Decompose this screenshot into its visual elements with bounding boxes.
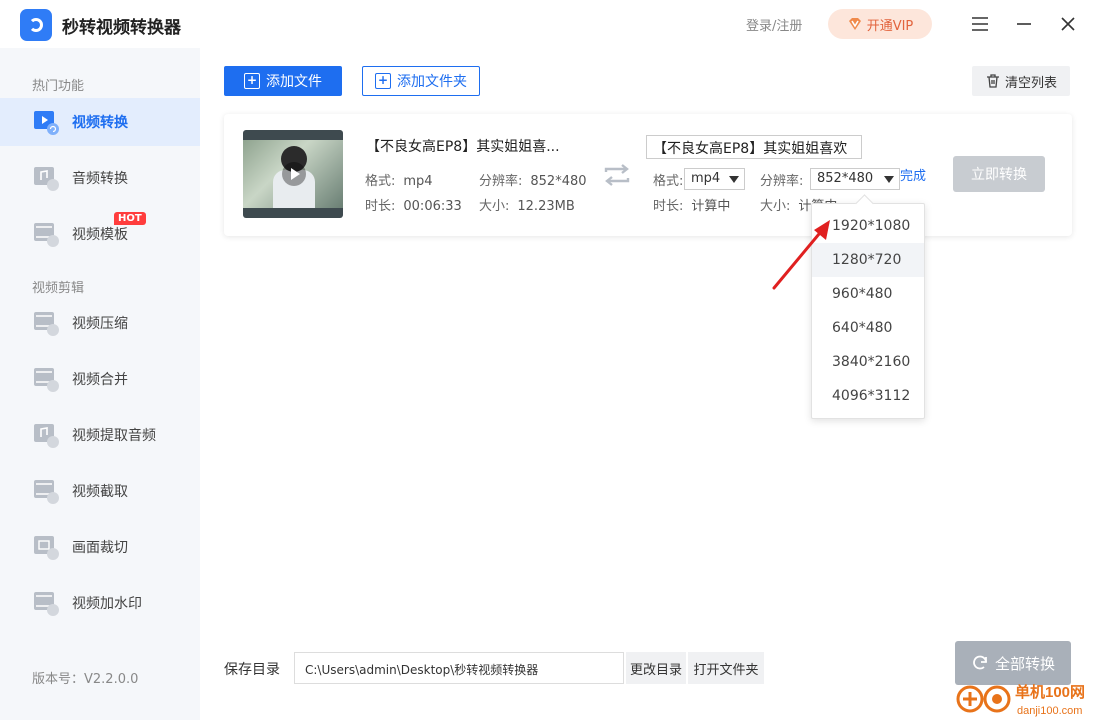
output-duration: 时长: 计算中 bbox=[653, 199, 731, 214]
resolution-option[interactable]: 3840*2160 bbox=[812, 345, 924, 379]
save-dir-label: 保存目录 bbox=[224, 662, 280, 678]
save-path-input[interactable]: C:\Users\admin\Desktop\秒转视频转换器 bbox=[294, 652, 624, 684]
play-icon[interactable] bbox=[281, 161, 307, 187]
watermark-site-url: danji100.com bbox=[1017, 705, 1082, 717]
sidebar-item-label: 视频合并 bbox=[72, 372, 128, 388]
source-duration: 时长: 00:06:33 bbox=[365, 199, 462, 214]
chevron-down-icon bbox=[729, 176, 739, 183]
plus-icon: + bbox=[375, 73, 391, 89]
sidebar-item-label: 画面裁切 bbox=[72, 540, 128, 556]
chevron-down-icon bbox=[884, 176, 894, 183]
sidebar-item-label: 视频模板 bbox=[72, 227, 128, 243]
watermark-site-name: 单机100网 bbox=[1015, 683, 1085, 701]
clear-list-button[interactable]: 清空列表 bbox=[972, 66, 1070, 96]
sidebar-item-crop[interactable]: 画面裁切 bbox=[0, 523, 200, 571]
add-file-label: 添加文件 bbox=[266, 74, 322, 90]
output-format-select[interactable]: mp4 bbox=[684, 168, 745, 190]
open-vip-button[interactable]: 开通VIP bbox=[828, 9, 932, 39]
sidebar-item-label: 视频压缩 bbox=[72, 316, 128, 332]
video-template-icon bbox=[34, 223, 59, 247]
sidebar-item-video-convert[interactable]: 视频转换 bbox=[0, 98, 200, 146]
source-file-name: 【不良女高EP8】其实姐姐喜... bbox=[366, 139, 560, 155]
menu-icon[interactable] bbox=[968, 12, 992, 36]
clear-list-label: 清空列表 bbox=[1004, 75, 1057, 91]
trash-icon bbox=[986, 74, 999, 88]
sidebar-item-label: 视频提取音频 bbox=[72, 428, 156, 444]
sidebar-item-label: 音频转换 bbox=[72, 171, 128, 187]
video-merge-icon bbox=[34, 368, 59, 392]
annotation-arrow bbox=[772, 220, 830, 290]
add-file-button[interactable]: + 添加文件 bbox=[224, 66, 342, 96]
change-dir-button[interactable]: 更改目录 bbox=[626, 652, 686, 684]
done-link[interactable]: 完成 bbox=[900, 165, 926, 184]
convert-all-label: 全部转换 bbox=[994, 654, 1055, 673]
sidebar-item-label: 视频截取 bbox=[72, 484, 128, 500]
source-size: 大小: 12.23MB bbox=[479, 199, 575, 214]
section-label-hot: 热门功能 bbox=[32, 79, 85, 94]
vip-label: 开通VIP bbox=[866, 18, 914, 34]
extract-audio-icon bbox=[34, 424, 59, 448]
version-label: 版本号：V2.2.0.0 bbox=[32, 672, 139, 687]
sidebar: 热门功能 视频转换 音频转换 视频模板 HOT 视频剪辑 视频压缩 视频合并 视… bbox=[0, 48, 200, 720]
login-register-link[interactable]: 登录/注册 bbox=[746, 15, 802, 34]
video-compress-icon bbox=[34, 312, 59, 336]
open-folder-button[interactable]: 打开文件夹 bbox=[688, 652, 764, 684]
watermark-icon bbox=[34, 592, 59, 616]
add-folder-label: 添加文件夹 bbox=[397, 74, 467, 90]
resolution-option[interactable]: 4096*3112 bbox=[812, 379, 924, 413]
plus-icon: + bbox=[244, 73, 260, 89]
sidebar-item-video-cut[interactable]: 视频截取 bbox=[0, 467, 200, 515]
sidebar-item-watermark[interactable]: 视频加水印 bbox=[0, 579, 200, 627]
resolution-option[interactable]: 640*480 bbox=[812, 311, 924, 345]
main-panel: + 添加文件 + 添加文件夹 清空列表 【不良女高EP8】其实姐姐喜... 格式… bbox=[200, 48, 1100, 720]
sidebar-item-video-template[interactable]: 视频模板 HOT bbox=[0, 210, 200, 258]
output-format-label: 格式: bbox=[653, 174, 684, 189]
audio-convert-icon bbox=[34, 167, 59, 191]
sidebar-item-audio-convert[interactable]: 音频转换 bbox=[0, 154, 200, 202]
convert-arrows-icon bbox=[604, 164, 630, 186]
source-format: 格式: mp4 bbox=[365, 174, 433, 189]
close-icon[interactable] bbox=[1056, 12, 1080, 36]
hot-badge: HOT bbox=[114, 212, 146, 225]
sidebar-item-label: 视频加水印 bbox=[72, 596, 142, 612]
video-convert-icon bbox=[34, 111, 59, 135]
sidebar-item-label: 视频转换 bbox=[72, 115, 128, 131]
app-logo-icon bbox=[20, 9, 52, 41]
sidebar-item-video-merge[interactable]: 视频合并 bbox=[0, 355, 200, 403]
sidebar-item-video-compress[interactable]: 视频压缩 bbox=[0, 299, 200, 347]
vip-diamond-icon bbox=[848, 18, 861, 30]
crop-icon bbox=[34, 536, 59, 560]
app-title: 秒转视频转换器 bbox=[62, 18, 181, 38]
video-cut-icon bbox=[34, 480, 59, 504]
sidebar-item-extract-audio[interactable]: 视频提取音频 bbox=[0, 411, 200, 459]
video-thumbnail[interactable] bbox=[243, 130, 343, 218]
source-resolution: 分辨率: 852*480 bbox=[479, 174, 587, 189]
output-resolution-select[interactable]: 852*480 bbox=[810, 168, 900, 190]
refresh-icon bbox=[973, 655, 987, 670]
title-bar: 秒转视频转换器 登录/注册 开通VIP bbox=[0, 0, 1100, 48]
site-watermark-logo: 单机100网 danji100.com bbox=[956, 683, 1085, 717]
output-resolution-label: 分辨率: bbox=[760, 174, 804, 189]
convert-now-button[interactable]: 立即转换 bbox=[953, 156, 1045, 192]
section-label-edit: 视频剪辑 bbox=[32, 281, 85, 296]
file-row: 【不良女高EP8】其实姐姐喜... 格式: mp4 分辨率: 852*480 时长:… bbox=[224, 114, 1072, 236]
add-folder-button[interactable]: + 添加文件夹 bbox=[362, 66, 480, 96]
minimize-icon[interactable] bbox=[1012, 12, 1036, 36]
output-name-input[interactable]: 【不良女高EP8】其实姐姐喜欢 bbox=[646, 135, 862, 159]
